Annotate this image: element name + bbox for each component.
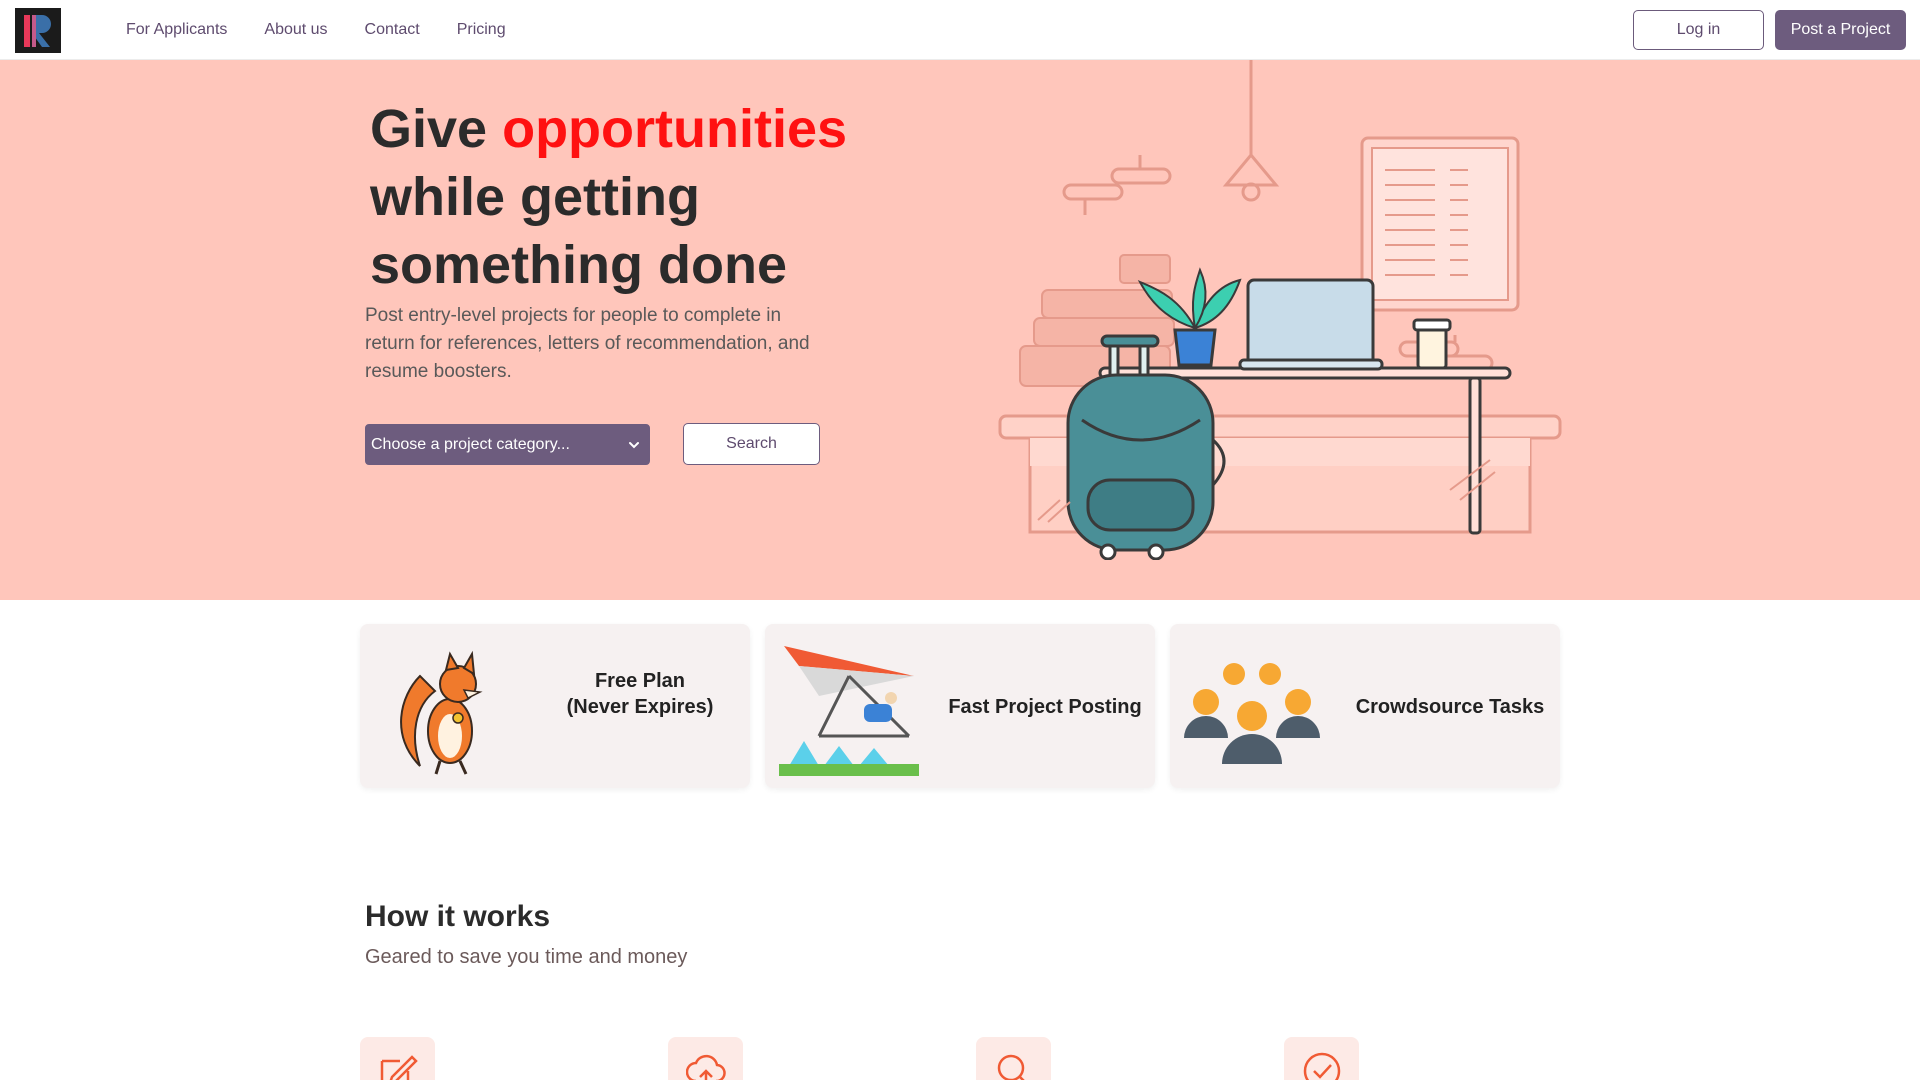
step-card-4: [1284, 1037, 1359, 1080]
how-it-works-title: How it works: [365, 900, 551, 933]
step-card-3: [976, 1037, 1051, 1080]
project-category-select[interactable]: Choose a project category...: [365, 424, 650, 465]
hero-title-part2: while getting something done: [370, 167, 787, 295]
hang-glider-icon: [779, 646, 919, 776]
how-it-works-subtitle: Geared to save you time and money: [365, 946, 688, 968]
hero-title-part1: Give: [370, 99, 503, 159]
hero-title: Give opportunities while getting somethi…: [370, 95, 870, 299]
feature-card-fast-posting: Fast Project Posting: [765, 624, 1155, 788]
chevron-down-icon: [629, 442, 639, 449]
nav-links: For Applicants About us Contact Pricing: [126, 0, 543, 60]
navbar: For Applicants About us Contact Pricing …: [0, 0, 1920, 60]
workspace-desk-illustration: [998, 60, 1562, 560]
nav-link-contact[interactable]: Contact: [365, 21, 420, 39]
search-button[interactable]: Search: [683, 423, 820, 465]
nav-link-pricing[interactable]: Pricing: [457, 21, 506, 39]
people-group-icon: [1184, 663, 1320, 764]
fox-icon: [400, 650, 483, 775]
cloud-upload-icon: [686, 1054, 726, 1080]
step-card-2: [668, 1037, 743, 1080]
feature-card-free-plan: Free Plan (Never Expires): [360, 624, 750, 788]
brand-logo-icon[interactable]: [15, 8, 61, 53]
hero-subtitle: Post entry-level projects for people to …: [365, 305, 810, 382]
hero-section: [0, 60, 1920, 600]
check-circle-icon: [1303, 1052, 1341, 1080]
login-button[interactable]: Log in: [1633, 10, 1764, 50]
feature-label: Crowdsource Tasks: [1355, 696, 1545, 718]
feature-label: Fast Project Posting: [948, 696, 1142, 718]
nav-link-for-applicants[interactable]: For Applicants: [126, 21, 227, 39]
search-icon: [997, 1054, 1025, 1080]
category-select-value: Choose a project category...: [371, 435, 570, 453]
hero-title-accent: opportunities: [502, 99, 848, 159]
post-project-button[interactable]: Post a Project: [1775, 10, 1906, 50]
step-card-1: [360, 1037, 435, 1080]
feature-card-crowdsource: Crowdsource Tasks: [1170, 624, 1560, 788]
feature-label-line1: Free Plan: [594, 670, 686, 692]
feature-label: Free Plan (Never Expires): [550, 668, 730, 720]
nav-link-about-us[interactable]: About us: [264, 21, 327, 39]
edit-icon: [380, 1055, 418, 1080]
feature-label-line2: (Never Expires): [566, 696, 714, 718]
